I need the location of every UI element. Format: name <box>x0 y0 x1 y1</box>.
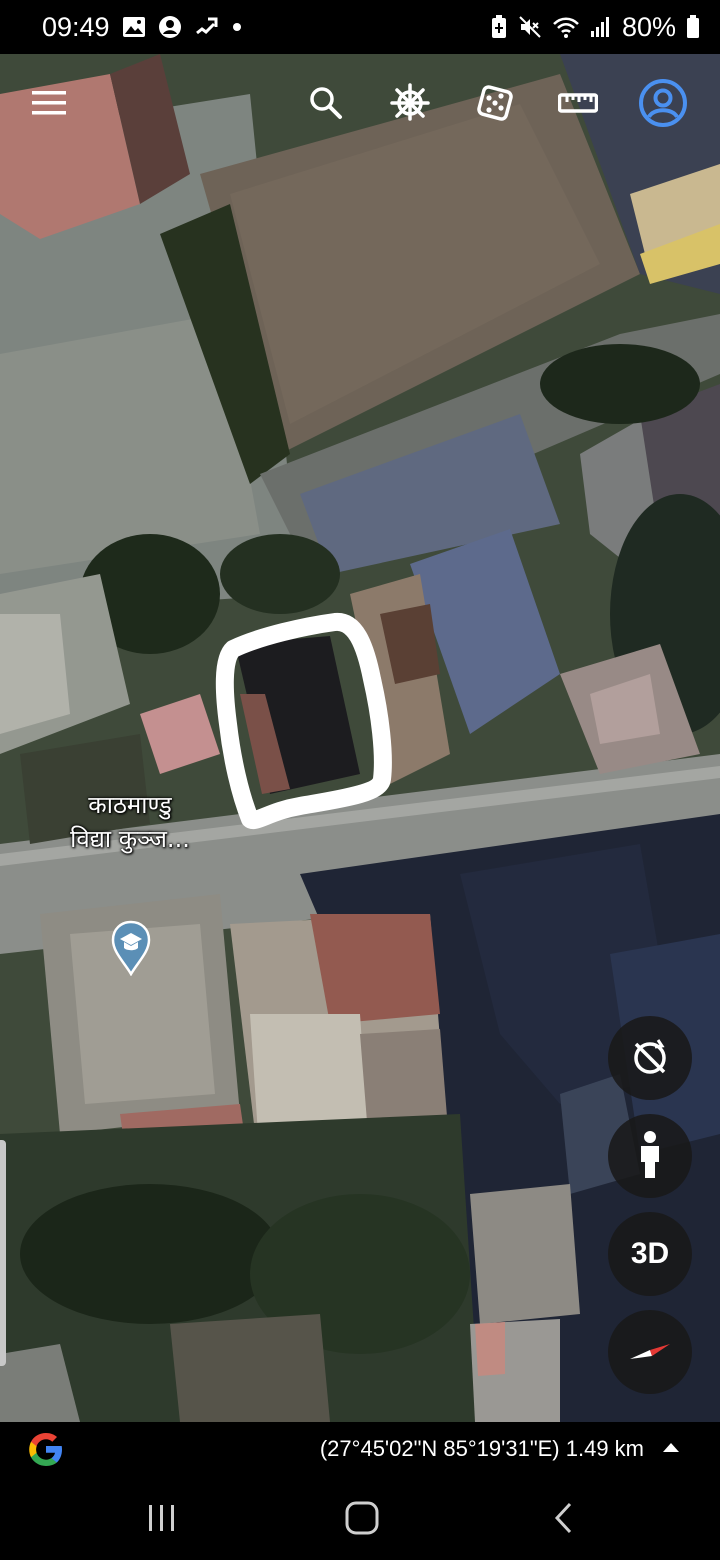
dot-icon <box>232 22 242 32</box>
battery-saver-icon <box>490 15 508 39</box>
system-nav-bar <box>0 1476 720 1560</box>
home-button[interactable] <box>332 1498 392 1538</box>
back-icon <box>554 1502 572 1534</box>
expand-info-button[interactable] <box>662 1440 680 1458</box>
home-icon <box>345 1501 379 1535</box>
compass-button[interactable] <box>608 1310 692 1394</box>
mute-icon <box>518 15 542 39</box>
account-circle-icon <box>158 15 182 39</box>
battery-percent: 80% <box>621 11 676 42</box>
back-button[interactable] <box>534 1498 594 1538</box>
measure-button[interactable] <box>549 74 607 132</box>
profile-icon <box>639 79 687 127</box>
google-logo <box>26 1429 66 1474</box>
place-label[interactable]: काठमाण्डु विद्या कुञ्ज... <box>40 788 220 856</box>
search-button[interactable] <box>297 74 355 132</box>
rotation-lock-button[interactable] <box>608 1016 692 1100</box>
coordinates-readout: (27°45'02"N 85°19'31"E) 1.49 km <box>319 1436 644 1461</box>
satellite-map[interactable] <box>0 54 720 1422</box>
voyager-button[interactable] <box>381 74 439 132</box>
highlight-outline <box>215 612 392 830</box>
info-bar: (27°45'02"N 85°19'31"E) 1.49 km <box>0 1422 720 1476</box>
dice-icon <box>477 85 513 121</box>
pegman-icon <box>641 1131 659 1178</box>
status-right: 80% <box>490 12 700 43</box>
wifi-icon <box>552 15 580 39</box>
caret-up-icon <box>663 1443 679 1452</box>
place-label-line2: विद्या कुञ्ज... <box>70 825 190 853</box>
rotation-lock-icon <box>634 1039 666 1074</box>
battery-icon <box>686 15 700 39</box>
status-time: 09:49 <box>42 11 110 42</box>
top-toolbar <box>0 54 720 154</box>
gallery-icon <box>122 16 146 38</box>
side-drawer-handle[interactable] <box>0 1140 6 1366</box>
menu-icon <box>32 91 66 115</box>
school-pin-icon <box>111 920 151 977</box>
recent-apps-button[interactable] <box>132 1498 192 1538</box>
google-g-icon <box>29 1433 62 1466</box>
voyager-wheel-icon <box>390 83 430 121</box>
status-left: 09:49 <box>42 12 242 43</box>
search-icon <box>310 87 342 119</box>
school-pin[interactable] <box>110 920 152 981</box>
3d-label: 3D <box>630 1237 670 1270</box>
menu-button[interactable] <box>20 74 78 132</box>
ruler-icon <box>558 93 598 113</box>
recent-apps-icon <box>149 1505 174 1531</box>
compass-icon <box>630 1344 670 1359</box>
cast-icon <box>194 15 220 39</box>
status-bar: 09:49 80% <box>0 0 720 54</box>
place-label-line1: काठमाण्डु <box>88 791 172 819</box>
street-view-button[interactable] <box>608 1114 692 1198</box>
feeling-lucky-button[interactable] <box>466 74 524 132</box>
signal-icon <box>590 15 612 39</box>
profile-button[interactable] <box>634 74 692 132</box>
3d-button[interactable]: 3D <box>608 1212 692 1296</box>
